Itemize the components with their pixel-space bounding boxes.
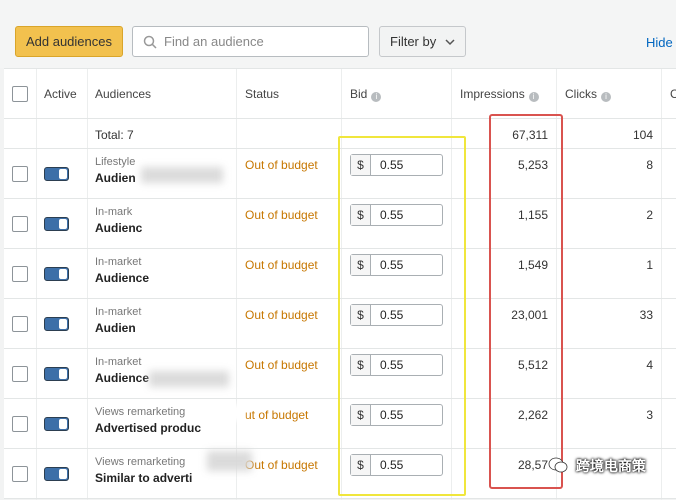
watermark-text: 跨境电商策 xyxy=(575,458,646,474)
row-checkbox[interactable] xyxy=(12,316,28,332)
audience-name[interactable]: Audienc xyxy=(95,221,142,235)
column-header-audiences[interactable]: Audiences xyxy=(95,87,151,101)
total-label: Total: 7 xyxy=(95,128,134,142)
active-toggle[interactable] xyxy=(44,217,69,231)
info-icon[interactable]: i xyxy=(528,92,539,102)
add-audiences-button[interactable]: Add audiences xyxy=(15,26,123,57)
clicks-value: 4 xyxy=(646,358,653,372)
bid-header-label: Bid xyxy=(350,87,368,101)
redaction-blur xyxy=(141,313,221,335)
active-toggle[interactable] xyxy=(44,467,69,481)
audience-type: In-market xyxy=(95,256,142,268)
redaction-blur xyxy=(149,371,229,387)
total-clicks: 104 xyxy=(632,128,653,142)
redaction-blur xyxy=(159,269,229,287)
status-text: Out of budget xyxy=(245,208,318,222)
audience-name[interactable]: Advertised produc xyxy=(95,421,201,435)
audience-type: In-market xyxy=(95,356,142,368)
clicks-value: 33 xyxy=(639,308,653,322)
audience-type: In-mark xyxy=(95,206,133,218)
search-input[interactable]: Find an audience xyxy=(132,26,369,57)
column-header-bid[interactable]: Bid i xyxy=(350,87,382,102)
column-header-next[interactable]: C xyxy=(670,87,676,101)
status-text: ut of budget xyxy=(245,408,309,422)
watermark: 跨境电商策 xyxy=(548,456,646,482)
audience-type: Views remarketing xyxy=(95,456,186,468)
chevron-down-icon xyxy=(445,39,455,46)
clicks-value: 2 xyxy=(646,208,653,222)
clicks-value: 3 xyxy=(646,408,653,422)
filter-by-dropdown[interactable]: Filter by xyxy=(379,26,466,57)
redaction-blur xyxy=(141,167,223,183)
row-checkbox[interactable] xyxy=(12,216,28,232)
column-header-impressions[interactable]: Impressions i xyxy=(460,87,539,102)
search-placeholder: Find an audience xyxy=(164,34,264,49)
wechat-icon xyxy=(548,457,568,473)
select-all-checkbox[interactable] xyxy=(12,86,28,102)
clicks-value: 8 xyxy=(646,158,653,172)
row-checkbox[interactable] xyxy=(12,466,28,482)
column-header-clicks[interactable]: Clicks i xyxy=(565,87,611,102)
table-header: Active Audiences Status Bid i Impressions… xyxy=(4,69,676,119)
status-text: Out of budget xyxy=(245,158,318,172)
audience-type: Lifestyle xyxy=(95,156,136,168)
active-toggle[interactable] xyxy=(44,367,69,381)
row-checkbox[interactable] xyxy=(12,166,28,182)
status-text: Out of budget xyxy=(245,458,318,472)
row-checkbox[interactable] xyxy=(12,266,28,282)
audience-name[interactable]: Audience xyxy=(95,271,149,285)
clicks-value: 1 xyxy=(646,258,653,272)
audience-name[interactable]: Audience xyxy=(95,371,149,385)
audience-type: In-market xyxy=(95,306,142,318)
status-text: Out of budget xyxy=(245,258,318,272)
audience-name[interactable]: Similar to adverti xyxy=(95,471,192,485)
search-icon xyxy=(143,35,157,49)
active-toggle[interactable] xyxy=(44,267,69,281)
bid-highlight-box xyxy=(338,136,466,496)
audience-type: Views remarketing xyxy=(95,406,186,418)
redaction-blur xyxy=(149,209,219,239)
row-checkbox[interactable] xyxy=(12,366,28,382)
audience-name[interactable]: Audien xyxy=(95,171,136,185)
column-header-active[interactable]: Active xyxy=(44,87,77,101)
active-toggle[interactable] xyxy=(44,317,69,331)
redaction-blur xyxy=(207,451,252,471)
filter-label: Filter by xyxy=(390,34,437,49)
redaction-blur xyxy=(204,405,244,421)
impressions-highlight-box xyxy=(489,114,563,489)
clicks-header-label: Clicks xyxy=(565,87,597,101)
info-icon[interactable]: i xyxy=(601,92,611,102)
toolbar: Add audiences Find an audience Filter by… xyxy=(0,0,676,68)
info-icon[interactable]: i xyxy=(371,92,382,102)
audience-name[interactable]: Audien xyxy=(95,321,136,335)
status-text: Out of budget xyxy=(245,358,318,372)
active-toggle[interactable] xyxy=(44,167,69,181)
status-text: Out of budget xyxy=(245,308,318,322)
hide-link[interactable]: Hide xyxy=(646,35,673,50)
row-checkbox[interactable] xyxy=(12,416,28,432)
impressions-header-label: Impressions xyxy=(460,87,525,101)
active-toggle[interactable] xyxy=(44,417,69,431)
column-header-status[interactable]: Status xyxy=(245,87,279,101)
